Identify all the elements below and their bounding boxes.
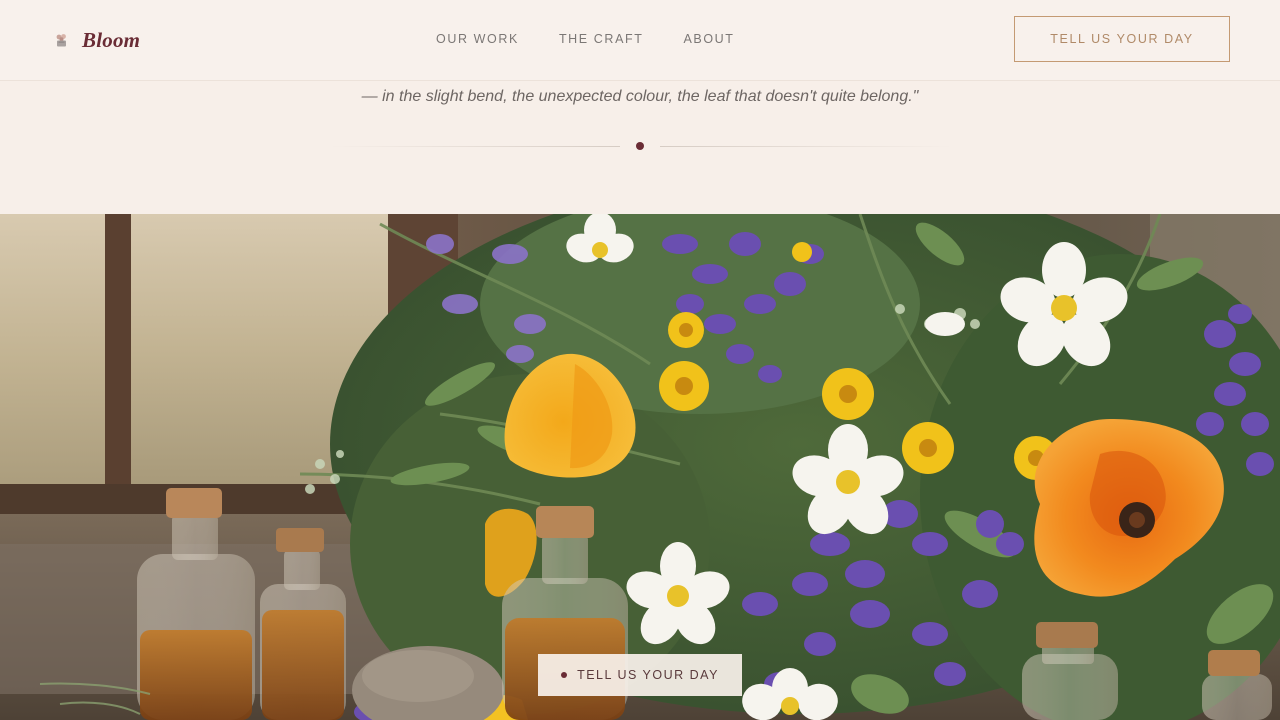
hero-image xyxy=(0,214,1280,720)
brand-name: Bloom xyxy=(82,27,141,52)
hero-cta-button[interactable]: TELL US YOUR DAY xyxy=(538,654,742,696)
brand-logo[interactable]: Bloom xyxy=(55,27,140,53)
divider-left xyxy=(330,146,620,147)
nav-the-craft[interactable]: THE CRAFT xyxy=(559,32,644,46)
cta-dot xyxy=(561,672,568,678)
divider-dot xyxy=(636,142,644,150)
flower-pot-icon xyxy=(55,33,68,47)
header-cta-button[interactable]: TELL US YOUR DAY xyxy=(1014,16,1230,62)
hero-cta-label: TELL US YOUR DAY xyxy=(577,668,719,682)
page: — in the slight bend, the unexpected col… xyxy=(0,0,1280,720)
quote-text: — in the slight bend, the unexpected col… xyxy=(361,88,919,105)
nav-about[interactable]: ABOUT xyxy=(683,32,734,46)
site-header: Bloom OUR WORK THE CRAFT ABOUT TELL US Y… xyxy=(0,0,1280,81)
divider-right xyxy=(660,146,952,147)
main-nav: OUR WORK THE CRAFT ABOUT xyxy=(436,32,735,46)
hero-flowers-illustration xyxy=(0,214,1280,720)
nav-our-work[interactable]: OUR WORK xyxy=(436,32,519,46)
